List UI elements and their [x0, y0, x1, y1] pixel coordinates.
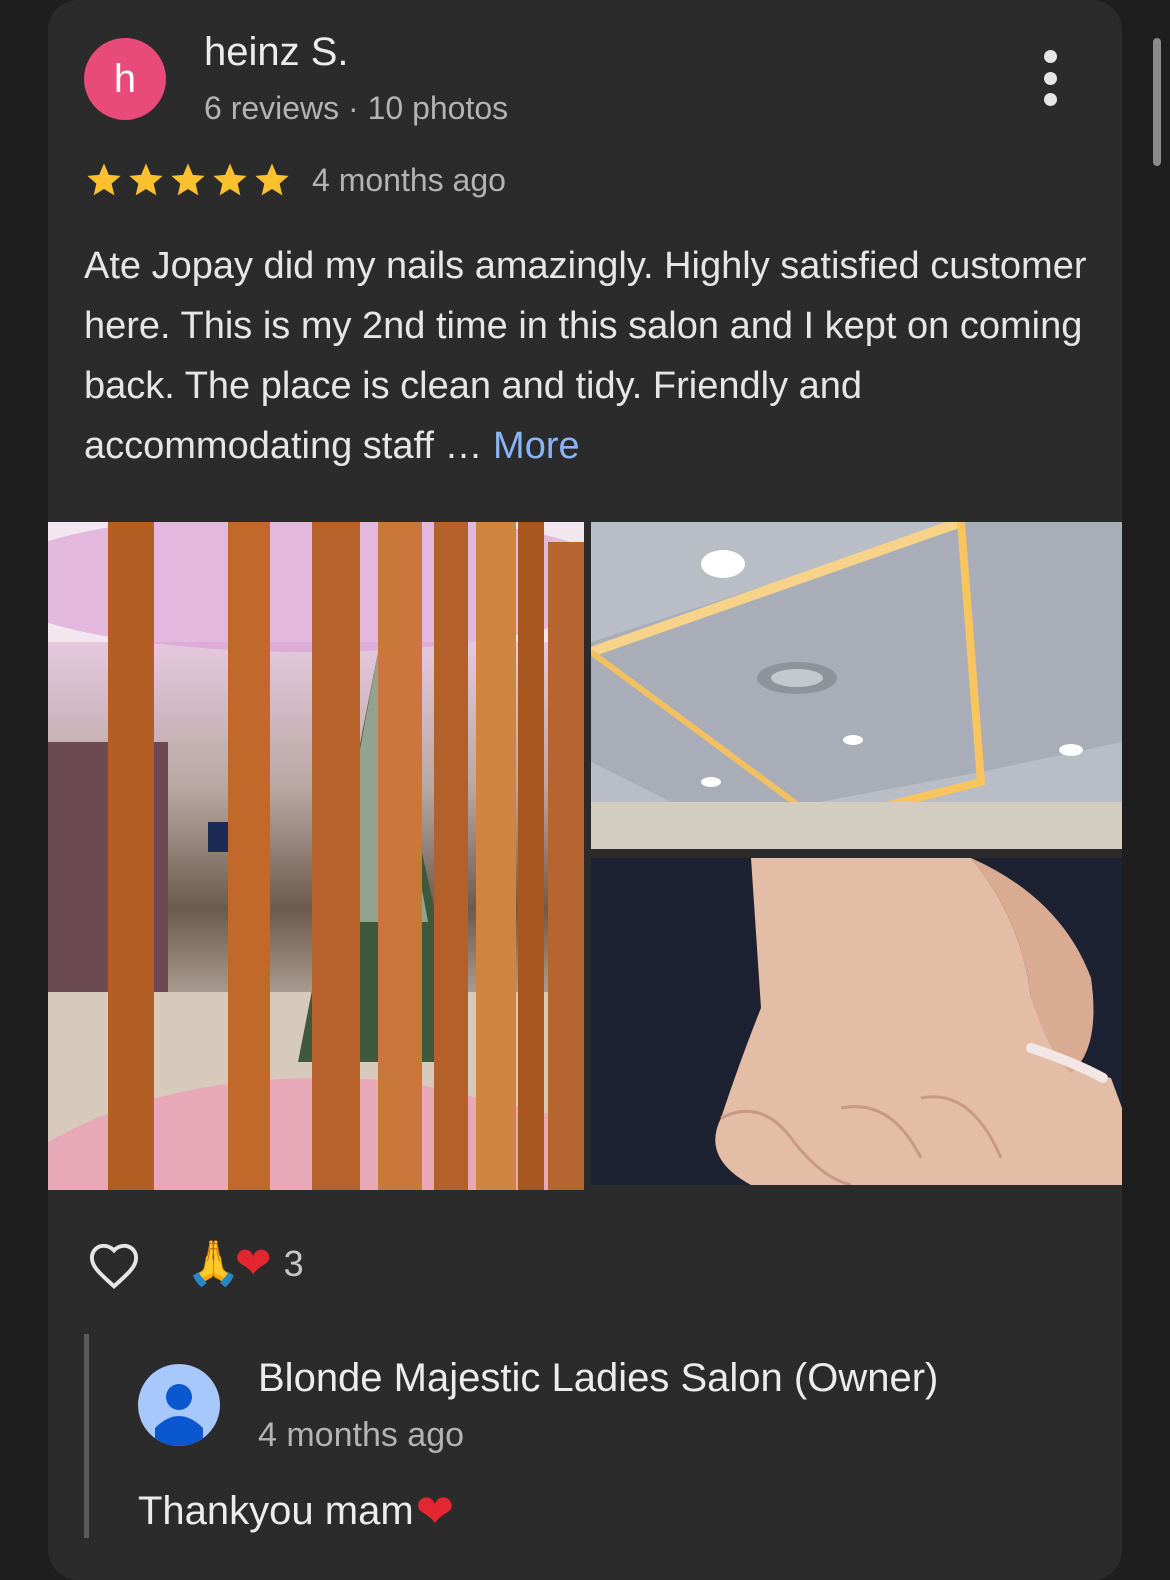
- author-name[interactable]: heinz S.: [204, 30, 349, 75]
- author-meta: 6 reviews · 10 photos: [204, 90, 509, 126]
- heart-outline-icon[interactable]: [84, 1236, 144, 1290]
- review-text: Ate Jopay did my nails amazingly. Highly…: [84, 236, 1094, 476]
- more-vert-icon[interactable]: [1030, 50, 1070, 106]
- review-photo-hands[interactable]: [591, 858, 1122, 1185]
- star-icon: [87, 163, 121, 196]
- heart-emoji: ❤: [234, 1238, 272, 1289]
- author-avatar[interactable]: h: [84, 38, 166, 120]
- review-body: Ate Jopay did my nails amazingly. Highly…: [84, 245, 1087, 467]
- star-rating: [84, 160, 292, 200]
- pray-emoji: 🙏: [186, 1238, 241, 1289]
- owner-reply-time: 4 months ago: [258, 1416, 465, 1454]
- owner-reply-text: Thankyou mam ❤: [138, 1484, 454, 1538]
- salon-interior-image: [48, 522, 584, 1190]
- ceiling-image: [591, 522, 1122, 849]
- photo-divider: [584, 522, 591, 1190]
- owner-name: Blonde Majestic Ladies Salon (Owner): [258, 1356, 939, 1400]
- owner-person-icon: [138, 1364, 220, 1446]
- reply-indent-bar: [84, 1334, 89, 1538]
- hands-image: [591, 858, 1122, 1185]
- review-photo-ceiling[interactable]: [591, 522, 1122, 849]
- more-link[interactable]: More: [493, 425, 580, 467]
- star-icon: [213, 163, 247, 196]
- reply-heart-emoji: ❤: [415, 1484, 455, 1538]
- reaction-summary[interactable]: 🙏 ❤ 3: [186, 1236, 304, 1292]
- owner-reply-body: Thankyou mam: [138, 1488, 414, 1533]
- review-time: 4 months ago: [312, 162, 506, 198]
- review-photo-salon-interior[interactable]: [48, 522, 584, 1190]
- star-icon: [129, 163, 163, 196]
- star-icon: [171, 163, 205, 196]
- scrollbar[interactable]: [1153, 38, 1161, 166]
- author-initial: h: [113, 56, 137, 101]
- reaction-count: 3: [283, 1243, 304, 1284]
- star-icon: [255, 163, 289, 196]
